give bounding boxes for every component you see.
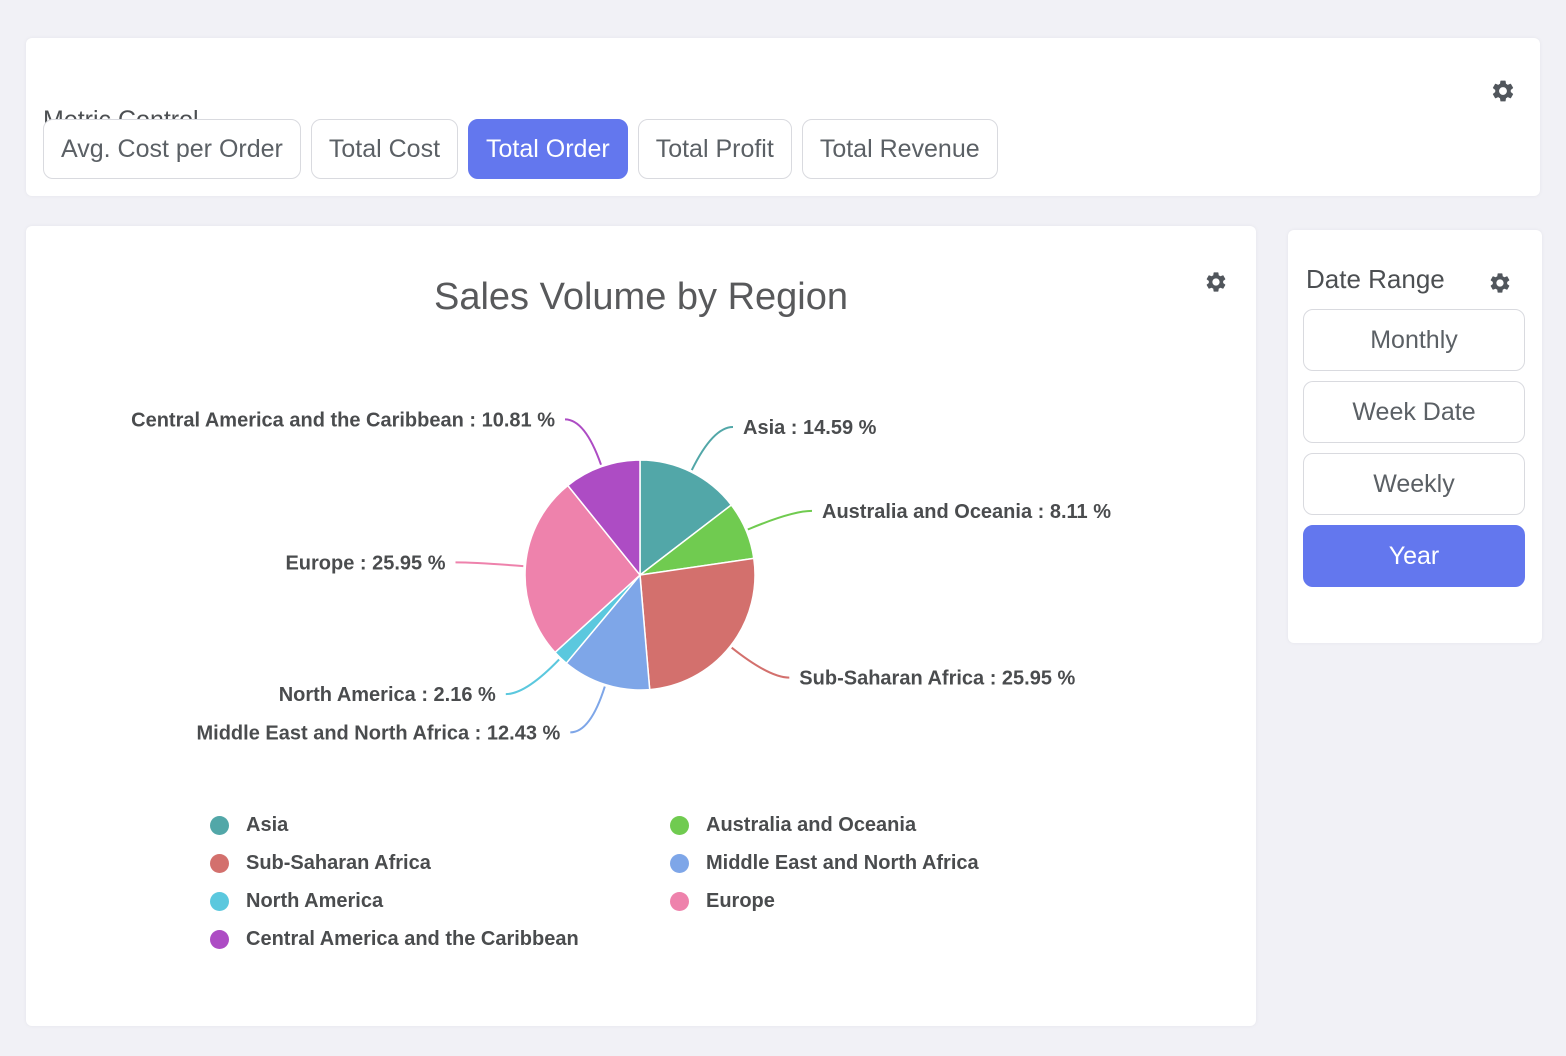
legend-item-sub-saharan-africa[interactable]: Sub-Saharan Africa	[210, 852, 670, 874]
legend-item-label: Australia and Oceania	[706, 814, 916, 837]
date-range-card: Date Range Monthly Week Date Weekly Year	[1288, 230, 1542, 643]
pie-label-line-north-america	[506, 660, 559, 695]
metric-control-gear-icon[interactable]	[1490, 78, 1516, 104]
chart-legend: Asia Australia and Oceania Sub-Saharan Afr…	[210, 814, 979, 950]
date-range-title: Date Range	[1306, 264, 1445, 295]
pie-label-line-asia	[692, 427, 733, 470]
legend-item-label: Central America and the Caribbean	[246, 928, 579, 951]
sales-volume-chart-card: Sales Volume by Region Asia : 14.59 %Aus…	[26, 226, 1256, 1026]
date-range-button-monthly[interactable]: Monthly	[1303, 309, 1525, 371]
pie-label-line-middle-east-and-north-africa	[570, 687, 605, 733]
metric-button-total-cost[interactable]: Total Cost	[311, 119, 458, 179]
legend-item-asia[interactable]: Asia	[210, 814, 670, 836]
legend-dot-icon	[670, 892, 689, 911]
metric-button-avg-cost-per-order[interactable]: Avg. Cost per Order	[43, 119, 301, 179]
legend-dot-icon	[210, 892, 229, 911]
pie-label-line-europe	[456, 562, 524, 566]
legend-dot-icon	[210, 930, 229, 949]
date-range-button-year[interactable]: Year	[1303, 525, 1525, 587]
legend-item-australia-and-oceania[interactable]: Australia and Oceania	[670, 814, 979, 836]
metric-control-card: Metric Control Avg. Cost per OrderTotal …	[26, 38, 1540, 196]
pie-label-middle-east-and-north-africa: Middle East and North Africa : 12.43 %	[197, 722, 561, 744]
legend-dot-icon	[670, 854, 689, 873]
pie-slice-sub-saharan-africa[interactable]	[640, 558, 755, 689]
pie-label-europe: Europe : 25.95 %	[285, 552, 445, 574]
pie-label-north-america: North America : 2.16 %	[279, 684, 496, 706]
legend-item-label: Asia	[246, 814, 288, 837]
metric-button-total-order[interactable]: Total Order	[468, 119, 628, 179]
pie-label-sub-saharan-africa: Sub-Saharan Africa : 25.95 %	[799, 668, 1075, 690]
metric-button-total-revenue[interactable]: Total Revenue	[802, 119, 998, 179]
legend-item-label: Middle East and North Africa	[706, 852, 979, 875]
pie-label-asia: Asia : 14.59 %	[743, 417, 877, 439]
legend-item-middle-east-and-north-africa[interactable]: Middle East and North Africa	[670, 852, 979, 874]
legend-item-europe[interactable]: Europe	[670, 890, 979, 912]
dashboard-page: Metric Control Avg. Cost per OrderTotal …	[0, 0, 1566, 1056]
date-range-gear-icon[interactable]	[1488, 271, 1512, 295]
date-range-button-group: Monthly Week Date Weekly Year	[1303, 309, 1525, 587]
metric-button-total-profit[interactable]: Total Profit	[638, 119, 792, 179]
pie-label-line-australia-and-oceania	[748, 511, 812, 530]
legend-item-label: Europe	[706, 890, 775, 913]
legend-item-central-america-and-the-caribbean[interactable]: Central America and the Caribbean	[210, 928, 670, 950]
metric-button-group: Avg. Cost per OrderTotal CostTotal Order…	[43, 119, 998, 179]
legend-dot-icon	[670, 816, 689, 835]
date-range-button-week-date[interactable]: Week Date	[1303, 381, 1525, 443]
legend-item-north-america[interactable]: North America	[210, 890, 670, 912]
date-range-button-weekly[interactable]: Weekly	[1303, 453, 1525, 515]
pie-label-line-central-america-and-the-caribbean	[565, 419, 601, 464]
legend-item-label: Sub-Saharan Africa	[246, 852, 431, 875]
pie-label-australia-and-oceania: Australia and Oceania : 8.11 %	[822, 501, 1111, 523]
legend-dot-icon	[210, 854, 229, 873]
pie-chart: Asia : 14.59 % Australia and Oceania : 8.…	[26, 226, 1256, 792]
pie-label-line-sub-saharan-africa	[732, 648, 790, 678]
pie-label-central-america-and-the-caribbean: Central America and the Caribbean : 10.8…	[131, 409, 555, 431]
legend-dot-icon	[210, 816, 229, 835]
legend-item-label: North America	[246, 890, 383, 913]
